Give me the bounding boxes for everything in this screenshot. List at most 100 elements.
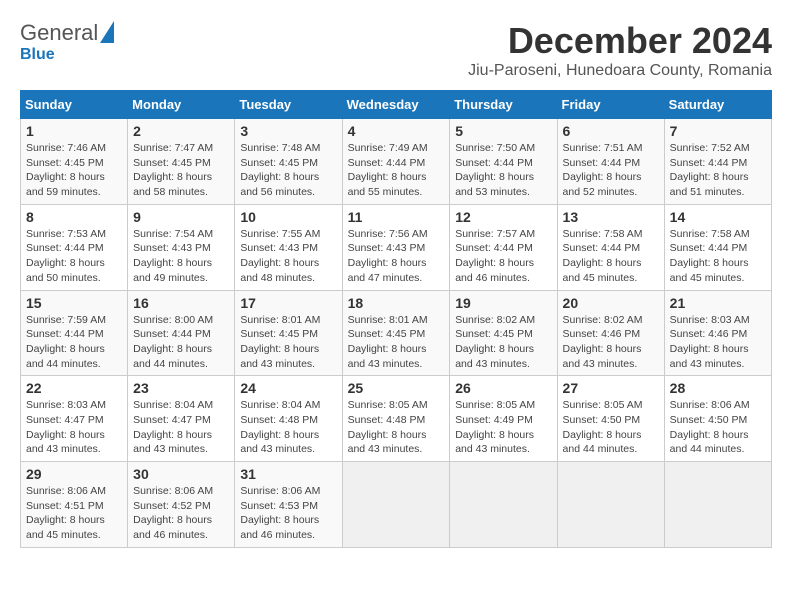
day-number: 7 (670, 123, 766, 139)
day-info: Sunrise: 8:05 AM Sunset: 4:49 PM Dayligh… (455, 398, 551, 457)
calendar-cell (557, 462, 664, 548)
calendar-cell: 20 Sunrise: 8:02 AM Sunset: 4:46 PM Dayli… (557, 290, 664, 376)
day-number: 8 (26, 209, 122, 225)
day-number: 1 (26, 123, 122, 139)
calendar-cell: 12 Sunrise: 7:57 AM Sunset: 4:44 PM Dayli… (450, 204, 557, 290)
calendar-cell: 15 Sunrise: 7:59 AM Sunset: 4:44 PM Dayli… (21, 290, 128, 376)
logo-general: General (20, 20, 98, 46)
calendar-cell: 9Sunrise: 7:54 AM Sunset: 4:43 PM Daylig… (128, 204, 235, 290)
day-number: 24 (240, 380, 336, 396)
day-info: Sunrise: 7:56 AM Sunset: 4:43 PM Dayligh… (348, 227, 445, 286)
calendar-cell: 13 Sunrise: 7:58 AM Sunset: 4:44 PM Dayli… (557, 204, 664, 290)
day-info: Sunrise: 7:49 AM Sunset: 4:44 PM Dayligh… (348, 141, 445, 200)
day-number: 31 (240, 466, 336, 482)
day-info: Sunrise: 8:06 AM Sunset: 4:52 PM Dayligh… (133, 484, 229, 543)
day-info: Sunrise: 8:02 AM Sunset: 4:46 PM Dayligh… (563, 313, 659, 372)
day-info: Sunrise: 8:06 AM Sunset: 4:51 PM Dayligh… (26, 484, 122, 543)
calendar-cell: 29 Sunrise: 8:06 AM Sunset: 4:51 PM Dayli… (21, 462, 128, 548)
day-number: 26 (455, 380, 551, 396)
calendar-cell (450, 462, 557, 548)
calendar-day-header: Wednesday (342, 91, 450, 119)
day-number: 3 (240, 123, 336, 139)
day-info: Sunrise: 8:03 AM Sunset: 4:46 PM Dayligh… (670, 313, 766, 372)
day-number: 18 (348, 295, 445, 311)
day-info: Sunrise: 7:55 AM Sunset: 4:43 PM Dayligh… (240, 227, 336, 286)
calendar-cell: 16Sunrise: 8:00 AM Sunset: 4:44 PM Dayli… (128, 290, 235, 376)
day-number: 25 (348, 380, 445, 396)
day-info: Sunrise: 8:04 AM Sunset: 4:48 PM Dayligh… (240, 398, 336, 457)
day-info: Sunrise: 7:48 AM Sunset: 4:45 PM Dayligh… (240, 141, 336, 200)
day-number: 19 (455, 295, 551, 311)
calendar-cell (342, 462, 450, 548)
day-info: Sunrise: 7:50 AM Sunset: 4:44 PM Dayligh… (455, 141, 551, 200)
calendar-cell: 3 Sunrise: 7:48 AM Sunset: 4:45 PM Daylig… (235, 119, 342, 205)
page-subtitle: Jiu-Paroseni, Hunedoara County, Romania (468, 62, 772, 80)
day-info: Sunrise: 8:02 AM Sunset: 4:45 PM Dayligh… (455, 313, 551, 372)
logo-icon (100, 21, 114, 43)
calendar-day-header: Saturday (664, 91, 771, 119)
day-number: 2 (133, 123, 229, 139)
calendar-cell: 26 Sunrise: 8:05 AM Sunset: 4:49 PM Dayli… (450, 376, 557, 462)
day-info: Sunrise: 7:59 AM Sunset: 4:44 PM Dayligh… (26, 313, 122, 372)
calendar-week-row: 15 Sunrise: 7:59 AM Sunset: 4:44 PM Dayli… (21, 290, 772, 376)
day-number: 4 (348, 123, 445, 139)
day-number: 15 (26, 295, 122, 311)
calendar-day-header: Tuesday (235, 91, 342, 119)
calendar-cell: 5 Sunrise: 7:50 AM Sunset: 4:44 PM Daylig… (450, 119, 557, 205)
title-block: December 2024 Jiu-Paroseni, Hunedoara Co… (468, 20, 772, 80)
day-number: 28 (670, 380, 766, 396)
day-info: Sunrise: 7:46 AM Sunset: 4:45 PM Dayligh… (26, 141, 122, 200)
day-info: Sunrise: 7:53 AM Sunset: 4:44 PM Dayligh… (26, 227, 122, 286)
calendar-cell: 25 Sunrise: 8:05 AM Sunset: 4:48 PM Dayli… (342, 376, 450, 462)
day-info: Sunrise: 7:58 AM Sunset: 4:44 PM Dayligh… (670, 227, 766, 286)
calendar-cell: 1 Sunrise: 7:46 AM Sunset: 4:45 PM Daylig… (21, 119, 128, 205)
calendar-day-header: Monday (128, 91, 235, 119)
day-info: Sunrise: 7:58 AM Sunset: 4:44 PM Dayligh… (563, 227, 659, 286)
day-number: 20 (563, 295, 659, 311)
calendar-day-header: Friday (557, 91, 664, 119)
day-info: Sunrise: 8:04 AM Sunset: 4:47 PM Dayligh… (133, 398, 229, 457)
day-number: 9 (133, 209, 229, 225)
day-info: Sunrise: 8:05 AM Sunset: 4:50 PM Dayligh… (563, 398, 659, 457)
calendar-cell: 17 Sunrise: 8:01 AM Sunset: 4:45 PM Dayli… (235, 290, 342, 376)
day-info: Sunrise: 7:51 AM Sunset: 4:44 PM Dayligh… (563, 141, 659, 200)
day-number: 13 (563, 209, 659, 225)
day-number: 5 (455, 123, 551, 139)
calendar-cell: 2 Sunrise: 7:47 AM Sunset: 4:45 PM Daylig… (128, 119, 235, 205)
calendar-week-row: 22Sunrise: 8:03 AM Sunset: 4:47 PM Dayli… (21, 376, 772, 462)
calendar-cell: 24 Sunrise: 8:04 AM Sunset: 4:48 PM Dayli… (235, 376, 342, 462)
day-number: 11 (348, 209, 445, 225)
day-info: Sunrise: 8:06 AM Sunset: 4:50 PM Dayligh… (670, 398, 766, 457)
calendar-cell: 4 Sunrise: 7:49 AM Sunset: 4:44 PM Daylig… (342, 119, 450, 205)
day-info: Sunrise: 8:01 AM Sunset: 4:45 PM Dayligh… (348, 313, 445, 372)
calendar-cell: 19 Sunrise: 8:02 AM Sunset: 4:45 PM Dayli… (450, 290, 557, 376)
day-number: 22 (26, 380, 122, 396)
calendar-cell: 31Sunrise: 8:06 AM Sunset: 4:53 PM Dayli… (235, 462, 342, 548)
calendar-cell: 23Sunrise: 8:04 AM Sunset: 4:47 PM Dayli… (128, 376, 235, 462)
calendar-cell: 28 Sunrise: 8:06 AM Sunset: 4:50 PM Dayli… (664, 376, 771, 462)
day-info: Sunrise: 7:47 AM Sunset: 4:45 PM Dayligh… (133, 141, 229, 200)
page-title: December 2024 (468, 20, 772, 62)
day-number: 16 (133, 295, 229, 311)
day-number: 6 (563, 123, 659, 139)
day-number: 17 (240, 295, 336, 311)
calendar-day-header: Sunday (21, 91, 128, 119)
calendar-week-row: 8 Sunrise: 7:53 AM Sunset: 4:44 PM Daylig… (21, 204, 772, 290)
calendar-cell: 7Sunrise: 7:52 AM Sunset: 4:44 PM Daylig… (664, 119, 771, 205)
day-info: Sunrise: 8:05 AM Sunset: 4:48 PM Dayligh… (348, 398, 445, 457)
day-info: Sunrise: 7:57 AM Sunset: 4:44 PM Dayligh… (455, 227, 551, 286)
calendar-cell: 27Sunrise: 8:05 AM Sunset: 4:50 PM Dayli… (557, 376, 664, 462)
calendar-week-row: 1 Sunrise: 7:46 AM Sunset: 4:45 PM Daylig… (21, 119, 772, 205)
calendar-cell: 30Sunrise: 8:06 AM Sunset: 4:52 PM Dayli… (128, 462, 235, 548)
calendar-day-header: Thursday (450, 91, 557, 119)
calendar-cell: 10Sunrise: 7:55 AM Sunset: 4:43 PM Dayli… (235, 204, 342, 290)
calendar-cell: 21 Sunrise: 8:03 AM Sunset: 4:46 PM Dayli… (664, 290, 771, 376)
calendar-cell: 8 Sunrise: 7:53 AM Sunset: 4:44 PM Daylig… (21, 204, 128, 290)
day-number: 12 (455, 209, 551, 225)
day-info: Sunrise: 8:01 AM Sunset: 4:45 PM Dayligh… (240, 313, 336, 372)
page-header: General Blue December 2024 Jiu-Paroseni,… (20, 20, 772, 80)
day-number: 29 (26, 466, 122, 482)
day-number: 21 (670, 295, 766, 311)
calendar-cell: 22Sunrise: 8:03 AM Sunset: 4:47 PM Dayli… (21, 376, 128, 462)
calendar-cell: 11 Sunrise: 7:56 AM Sunset: 4:43 PM Dayli… (342, 204, 450, 290)
